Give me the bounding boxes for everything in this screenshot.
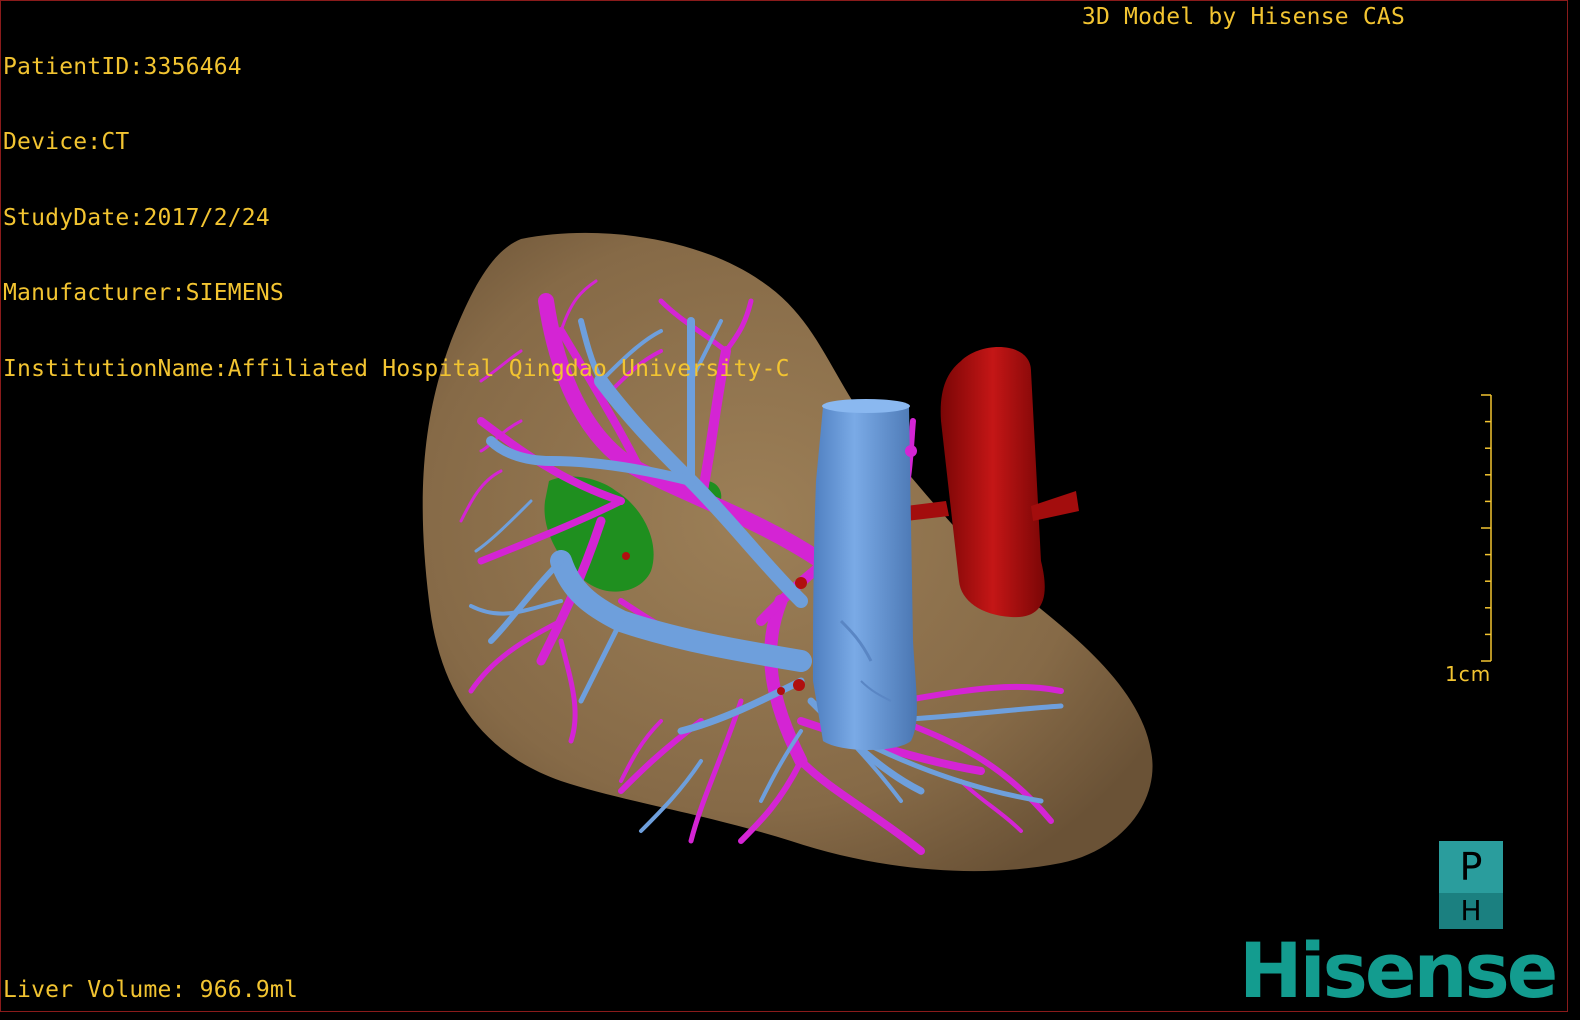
liver-volume: Liver Volume: 966.9ml (3, 977, 298, 1003)
model-credit: 3D Model by Hisense CAS (1081, 4, 1405, 30)
orientation-head: H (1439, 893, 1503, 929)
inferior-vena-cava (813, 399, 917, 750)
scale-ruler (1481, 394, 1492, 662)
manufacturer: Manufacturer:SIEMENS (3, 280, 284, 307)
scale-label: 1cm (1445, 662, 1492, 686)
3d-viewport[interactable]: PatientID:3356464 Device:CT StudyDate:20… (0, 0, 1568, 1012)
study-date: StudyDate:2017/2/24 (3, 204, 270, 231)
orientation-posterior: P (1439, 841, 1503, 893)
vein-junction (905, 445, 917, 457)
patient-info-overlay: PatientID:3356464 Device:CT StudyDate:20… (3, 5, 790, 432)
patient-id: PatientID:3356464 (3, 54, 242, 80)
device: Device:CT (3, 129, 130, 156)
hisense-logo: Hisense (1239, 926, 1558, 1012)
orientation-cube[interactable]: P H (1439, 841, 1503, 929)
institution-name: InstitutionName:Affiliated Hospital Qing… (3, 355, 790, 382)
